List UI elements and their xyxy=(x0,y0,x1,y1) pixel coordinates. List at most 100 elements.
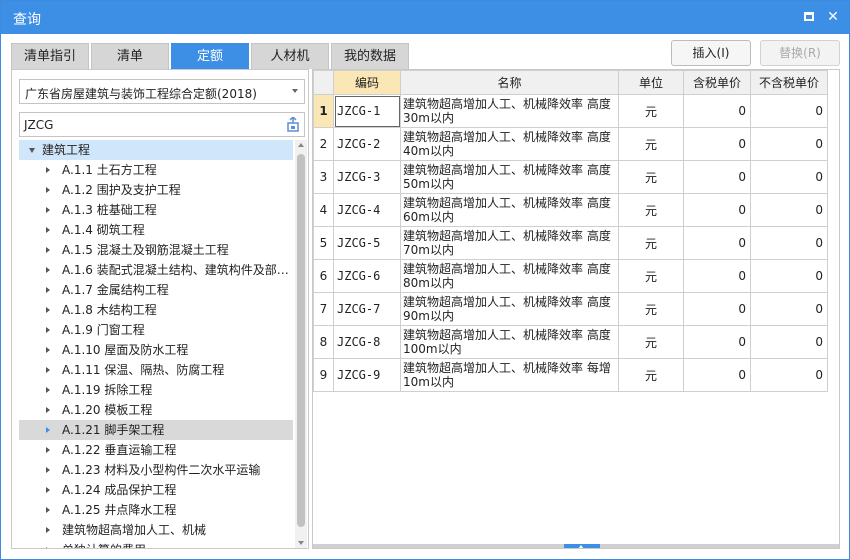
tree-node[interactable]: A.1.21 脚手架工程 xyxy=(19,420,293,440)
row-number[interactable]: 7 xyxy=(313,292,334,326)
chevron-down-icon[interactable] xyxy=(292,89,298,93)
row-number[interactable]: 9 xyxy=(313,358,334,392)
tree-node[interactable]: A.1.4 砌筑工程 xyxy=(19,220,293,240)
tree-node[interactable]: A.1.10 屋面及防水工程 xyxy=(19,340,293,360)
tab-list-guide[interactable]: 清单指引 xyxy=(11,43,89,69)
cell-unit[interactable]: 元 xyxy=(618,259,684,293)
cell-tax-exclusive-price[interactable]: 0 xyxy=(750,292,828,326)
cell-unit[interactable]: 元 xyxy=(618,358,684,392)
header-name[interactable]: 名称 xyxy=(400,70,619,95)
cell-code[interactable]: JZCG-4 xyxy=(333,193,401,227)
tree-node[interactable]: A.1.3 桩基础工程 xyxy=(19,200,293,220)
cell-unit[interactable]: 元 xyxy=(618,193,684,227)
search-input[interactable]: JZCG xyxy=(19,112,305,137)
table-row[interactable]: 2 JZCG-2 建筑物超高增加人工、机械降效率 高度40m以内元 0 0 xyxy=(313,127,828,161)
expand-down-icon[interactable] xyxy=(29,148,35,153)
expand-right-icon[interactable] xyxy=(46,447,50,453)
tree-scrollbar[interactable] xyxy=(295,140,307,548)
header-code[interactable]: 编码 xyxy=(333,70,401,95)
cell-name[interactable]: 建筑物超高增加人工、机械降效率 高度30m以内 xyxy=(400,94,619,128)
cell-tax-exclusive-price[interactable]: 0 xyxy=(750,193,828,227)
tree-node[interactable]: A.1.11 保温、隔热、防腐工程 xyxy=(19,360,293,380)
cell-tax-exclusive-price[interactable]: 0 xyxy=(750,325,828,359)
row-number[interactable]: 3 xyxy=(313,160,334,194)
tab-bill[interactable]: 清单 xyxy=(91,43,169,69)
cell-name[interactable]: 建筑物超高增加人工、机械降效率 高度60m以内 xyxy=(400,193,619,227)
expand-right-icon[interactable] xyxy=(46,247,50,253)
tab-my-data[interactable]: 我的数据 xyxy=(331,43,409,69)
cell-name[interactable]: 建筑物超高增加人工、机械降效率 每增10m以内 xyxy=(400,358,619,392)
row-number[interactable]: 1 xyxy=(313,94,334,128)
table-row[interactable]: 9 JZCG-9 建筑物超高增加人工、机械降效率 每增10m以内元 0 0 xyxy=(313,358,828,392)
table-row[interactable]: 5 JZCG-5 建筑物超高增加人工、机械降效率 高度70m以内元 0 0 xyxy=(313,226,828,260)
tree-node[interactable]: A.1.1 土石方工程 xyxy=(19,160,293,180)
tree-node[interactable]: A.1.5 混凝土及钢筋混凝土工程 xyxy=(19,240,293,260)
expand-right-icon[interactable] xyxy=(46,467,50,473)
cell-tax-inclusive-price[interactable]: 0 xyxy=(683,358,751,392)
cell-tax-inclusive-price[interactable]: 0 xyxy=(683,226,751,260)
table-row[interactable]: 4 JZCG-4 建筑物超高增加人工、机械降效率 高度60m以内元 0 0 xyxy=(313,193,828,227)
cell-unit[interactable]: 元 xyxy=(618,292,684,326)
cell-code[interactable]: JZCG-1 xyxy=(333,94,401,128)
scroll-up-icon[interactable] xyxy=(298,143,304,147)
tree-node[interactable]: A.1.22 垂直运输工程 xyxy=(19,440,293,460)
tree-node[interactable]: A.1.23 材料及小型构件二次水平运输 xyxy=(19,460,293,480)
expand-right-icon[interactable] xyxy=(46,427,50,433)
splitter-bar[interactable] xyxy=(313,544,839,548)
tree-node[interactable]: 建筑物超高增加人工、机械 xyxy=(19,520,293,540)
tree-node[interactable]: A.1.25 井点降水工程 xyxy=(19,500,293,520)
cell-name[interactable]: 建筑物超高增加人工、机械降效率 高度80m以内 xyxy=(400,259,619,293)
insert-button[interactable]: 插入(I) xyxy=(671,40,751,66)
row-number[interactable]: 2 xyxy=(313,127,334,161)
row-number[interactable]: 8 xyxy=(313,325,334,359)
tree-root-node[interactable]: 建筑工程 xyxy=(19,140,293,160)
title-bar[interactable]: 查询 ✕ xyxy=(1,1,849,34)
expand-right-icon[interactable] xyxy=(46,207,50,213)
cell-tax-inclusive-price[interactable]: 0 xyxy=(683,94,751,128)
tree-node[interactable]: A.1.24 成品保护工程 xyxy=(19,480,293,500)
expand-right-icon[interactable] xyxy=(46,527,50,533)
cell-tax-inclusive-price[interactable]: 0 xyxy=(683,160,751,194)
tree-node[interactable]: A.1.8 木结构工程 xyxy=(19,300,293,320)
cell-unit[interactable]: 元 xyxy=(618,160,684,194)
cell-name[interactable]: 建筑物超高增加人工、机械降效率 高度50m以内 xyxy=(400,160,619,194)
expand-right-icon[interactable] xyxy=(46,327,50,333)
tree-node[interactable]: 单独计算的费用 xyxy=(19,540,293,548)
table-row[interactable]: 6 JZCG-6 建筑物超高增加人工、机械降效率 高度80m以内元 0 0 xyxy=(313,259,828,293)
cell-code[interactable]: JZCG-9 xyxy=(333,358,401,392)
expand-right-icon[interactable] xyxy=(46,367,50,373)
tree-node[interactable]: A.1.6 装配式混凝土结构、建筑构件及部… xyxy=(19,260,293,280)
expand-right-icon[interactable] xyxy=(46,387,50,393)
cell-code[interactable]: JZCG-6 xyxy=(333,259,401,293)
cell-unit[interactable]: 元 xyxy=(618,226,684,260)
cell-tax-inclusive-price[interactable]: 0 xyxy=(683,292,751,326)
expand-right-icon[interactable] xyxy=(46,227,50,233)
cell-name[interactable]: 建筑物超高增加人工、机械降效率 高度90m以内 xyxy=(400,292,619,326)
expand-right-icon[interactable] xyxy=(46,347,50,353)
expand-right-icon[interactable] xyxy=(46,287,50,293)
cell-code[interactable]: JZCG-8 xyxy=(333,325,401,359)
cell-unit[interactable]: 元 xyxy=(618,94,684,128)
cell-code[interactable]: JZCG-5 xyxy=(333,226,401,260)
expand-right-icon[interactable] xyxy=(46,547,50,548)
tab-quota[interactable]: 定额 xyxy=(171,43,249,69)
scroll-thumb[interactable] xyxy=(297,154,305,527)
tree-node[interactable]: A.1.2 围护及支护工程 xyxy=(19,180,293,200)
chevron-up-icon[interactable] xyxy=(578,545,584,548)
table-row[interactable]: 8 JZCG-8 建筑物超高增加人工、机械降效率 高度100m以内元 0 0 xyxy=(313,325,828,359)
header-tax-inclusive-price[interactable]: 含税单价 xyxy=(683,70,751,95)
row-number[interactable]: 5 xyxy=(313,226,334,260)
replace-button[interactable]: 替换(R) xyxy=(760,40,840,66)
tree-node[interactable]: A.1.20 模板工程 xyxy=(19,400,293,420)
table-row[interactable]: 3 JZCG-3 建筑物超高增加人工、机械降效率 高度50m以内元 0 0 xyxy=(313,160,828,194)
cell-unit[interactable]: 元 xyxy=(618,127,684,161)
expand-right-icon[interactable] xyxy=(46,167,50,173)
tab-labor-material-machine[interactable]: 人材机 xyxy=(251,43,329,69)
cell-name[interactable]: 建筑物超高增加人工、机械降效率 高度70m以内 xyxy=(400,226,619,260)
cell-tax-inclusive-price[interactable]: 0 xyxy=(683,127,751,161)
tree-node[interactable]: A.1.9 门窗工程 xyxy=(19,320,293,340)
tree-node[interactable]: A.1.19 拆除工程 xyxy=(19,380,293,400)
expand-right-icon[interactable] xyxy=(46,267,50,273)
row-number[interactable]: 4 xyxy=(313,193,334,227)
expand-right-icon[interactable] xyxy=(46,507,50,513)
